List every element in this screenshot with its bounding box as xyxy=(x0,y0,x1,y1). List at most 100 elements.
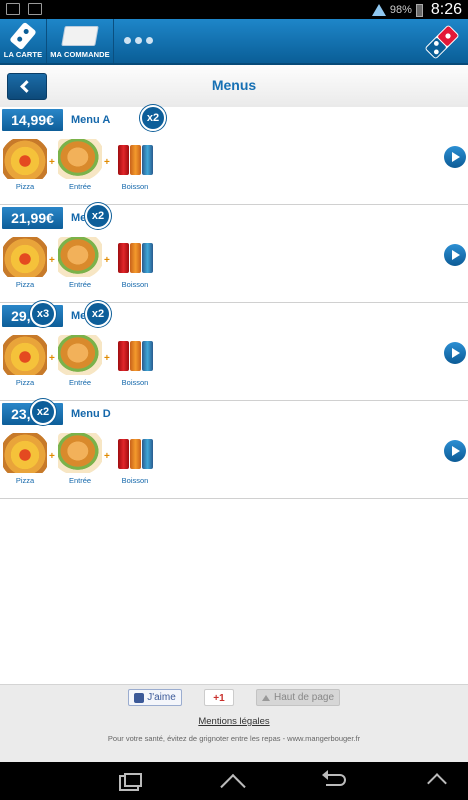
menu-row-c[interactable]: 29,99€ Menu C Pizza + Entrée + Boisson x… xyxy=(0,301,468,401)
chevron-right-icon[interactable] xyxy=(444,146,466,168)
chevron-right-icon[interactable] xyxy=(444,342,466,364)
plus-sign: + xyxy=(104,451,110,462)
status-bar: 98% 8:26 xyxy=(0,0,468,19)
back-icon xyxy=(322,770,346,786)
drinks-image xyxy=(113,335,157,375)
pizza-image xyxy=(3,433,47,473)
gallery-notification-icon xyxy=(6,3,20,15)
wifi-icon xyxy=(371,4,386,16)
entree-image xyxy=(58,237,102,277)
pizza-box-icon xyxy=(61,26,99,46)
item-boisson: Boisson xyxy=(113,433,157,485)
menu-row-d[interactable]: 23,99€ Menu D Pizza + Entrée + Boisson x… xyxy=(0,399,468,499)
page-title: Menus xyxy=(211,77,257,93)
recent-apps-button[interactable] xyxy=(108,768,158,794)
chevron-up-icon xyxy=(427,773,447,793)
item-pizza: Pizza xyxy=(3,335,47,387)
menu-price: 14,99€ xyxy=(2,109,63,131)
menu-list: 14,99€ Menu A Pizza + Entrée + Boisson x… xyxy=(0,105,468,499)
quantity-badge: x2 xyxy=(85,203,111,229)
top-label: Haut de page xyxy=(273,692,335,703)
plus-sign: + xyxy=(49,255,55,266)
menu-name: Menu A xyxy=(71,114,111,126)
entree-image xyxy=(58,335,102,375)
item-label: Pizza xyxy=(15,476,35,485)
nav-la-carte[interactable]: LA CARTE xyxy=(0,19,47,63)
home-icon xyxy=(222,772,244,790)
social-buttons: J'aime +1 Haut de page xyxy=(0,689,468,706)
thumbs-up-icon xyxy=(134,692,145,703)
item-pizza: Pizza xyxy=(3,139,47,191)
home-button[interactable] xyxy=(208,768,258,794)
gplus-label: +1 xyxy=(213,693,225,704)
dominos-logo[interactable] xyxy=(422,22,462,62)
battery-level: 98% xyxy=(389,4,412,16)
item-entree: Entrée xyxy=(58,139,102,191)
plus-sign: + xyxy=(104,157,110,168)
entree-image xyxy=(58,139,102,179)
quantity-badge: x2 xyxy=(140,105,166,131)
item-label: Entrée xyxy=(68,476,92,485)
item-pizza: Pizza xyxy=(3,237,47,289)
menu-up-button[interactable] xyxy=(412,768,462,794)
drinks-image xyxy=(113,237,157,277)
menu-name: Menu D xyxy=(71,408,111,420)
plus-sign: + xyxy=(104,353,110,364)
google-plus-button[interactable]: +1 xyxy=(204,689,234,706)
menu-row-b[interactable]: 21,99€ Menu B Pizza + Entrée + Boisson x… xyxy=(0,203,468,303)
notification-icons xyxy=(6,3,42,15)
item-entree: Entrée xyxy=(58,237,102,289)
system-back-button[interactable] xyxy=(312,768,362,794)
footer: J'aime +1 Haut de page Mentions légales … xyxy=(0,684,468,763)
item-label: Pizza xyxy=(15,280,35,289)
item-boisson: Boisson xyxy=(113,139,157,191)
pizza-image xyxy=(3,237,47,277)
app-header: LA CARTE MA COMMANDE xyxy=(0,19,468,65)
quantity-badge: x2 xyxy=(30,399,56,425)
drinks-image xyxy=(113,433,157,473)
legal-mentions-link[interactable]: Mentions légales xyxy=(0,716,468,727)
battery-icon xyxy=(415,3,423,17)
title-bar: Menus xyxy=(0,65,468,108)
facebook-like-button[interactable]: J'aime xyxy=(128,689,182,706)
plus-sign: + xyxy=(49,451,55,462)
recent-apps-icon xyxy=(124,773,142,787)
entree-image xyxy=(58,433,102,473)
chevron-right-icon[interactable] xyxy=(444,440,466,462)
health-notice: Pour votre santé, évitez de grignoter en… xyxy=(107,734,361,743)
system-nav-bar xyxy=(0,762,468,800)
item-label: Entrée xyxy=(68,182,92,191)
quantity-badge: x3 xyxy=(30,301,56,327)
item-boisson: Boisson xyxy=(113,237,157,289)
menu-price: 21,99€ xyxy=(2,207,63,229)
item-label: Pizza xyxy=(15,378,35,387)
item-label: Boisson xyxy=(121,476,149,485)
nav-ma-commande[interactable]: MA COMMANDE xyxy=(47,19,114,63)
drinks-image xyxy=(113,139,157,179)
nav-la-carte-label: LA CARTE xyxy=(3,50,43,59)
pizza-image xyxy=(3,335,47,375)
domino-icon xyxy=(9,21,37,51)
more-dots-icon[interactable] xyxy=(124,37,153,44)
plus-sign: + xyxy=(104,255,110,266)
nav-ma-commande-label: MA COMMANDE xyxy=(50,50,110,59)
menu-row-a[interactable]: 14,99€ Menu A Pizza + Entrée + Boisson x… xyxy=(0,105,468,205)
pizza-image xyxy=(3,139,47,179)
item-entree: Entrée xyxy=(58,335,102,387)
item-boisson: Boisson xyxy=(113,335,157,387)
item-label: Boisson xyxy=(121,378,149,387)
checklist-notification-icon xyxy=(28,3,42,15)
status-right: 98% 8:26 xyxy=(371,1,462,19)
arrow-up-icon xyxy=(261,694,270,701)
item-pizza: Pizza xyxy=(3,433,47,485)
clock: 8:26 xyxy=(430,1,462,18)
item-label: Entrée xyxy=(68,280,92,289)
like-label: J'aime xyxy=(147,692,176,703)
item-label: Entrée xyxy=(68,378,92,387)
item-label: Pizza xyxy=(15,182,35,191)
chevron-right-icon[interactable] xyxy=(444,244,466,266)
plus-sign: + xyxy=(49,353,55,364)
plus-sign: + xyxy=(49,157,55,168)
item-label: Boisson xyxy=(121,182,149,191)
back-to-top-button[interactable]: Haut de page xyxy=(256,689,340,706)
